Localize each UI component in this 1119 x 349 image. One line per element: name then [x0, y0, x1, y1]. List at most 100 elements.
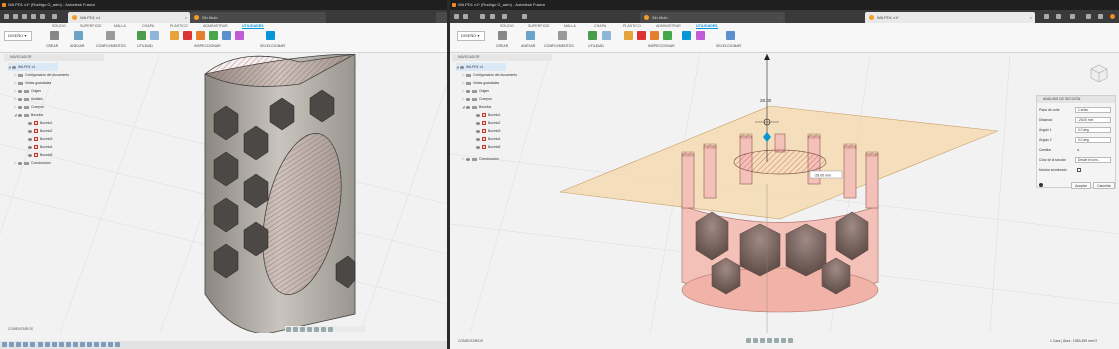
eye-icon[interactable] — [18, 161, 22, 165]
select-icon[interactable] — [726, 31, 735, 40]
orbit-icon[interactable] — [746, 338, 751, 343]
eye-icon[interactable] — [18, 113, 22, 117]
curvature-icon[interactable] — [650, 31, 659, 40]
play-icon[interactable] — [16, 342, 21, 347]
tree-item-sketch1[interactable]: Boceto1 — [28, 119, 52, 127]
accessibility-icon[interactable] — [696, 31, 705, 40]
redo-icon[interactable] — [40, 14, 45, 19]
timeline-feature[interactable] — [66, 342, 72, 347]
new-component-icon[interactable] — [50, 31, 59, 40]
tree-item-sketch5[interactable]: Boceto5 — [28, 151, 52, 159]
tab-manage[interactable]: ADMINISTRAR — [656, 24, 681, 28]
tree-item-sketch3[interactable]: Boceto3 — [476, 127, 500, 135]
accessibility-icon[interactable] — [235, 31, 244, 40]
tab-mesh[interactable]: MALLA — [114, 24, 126, 28]
group-addins[interactable]: COMPLEMENTOS — [544, 44, 574, 48]
distance-field[interactable]: -28.00 mm — [1075, 117, 1111, 123]
eye-icon[interactable] — [18, 89, 22, 93]
eye-icon[interactable] — [476, 145, 480, 149]
utility-icon[interactable] — [588, 31, 597, 40]
timeline-feature[interactable] — [52, 342, 58, 347]
tab-sheet[interactable]: CHAPA — [142, 24, 154, 28]
comments-panel[interactable]: COMENTARIOS — [458, 339, 483, 343]
info-icon[interactable] — [1039, 183, 1043, 187]
help-icon[interactable] — [1098, 14, 1103, 19]
undo-icon[interactable] — [490, 14, 495, 19]
close-icon[interactable]: × — [185, 12, 187, 23]
group-attach[interactable]: ANEXAR — [70, 44, 84, 48]
eye-icon[interactable] — [466, 97, 470, 101]
timeline-feature[interactable] — [101, 342, 107, 347]
eye-icon[interactable] — [12, 65, 16, 69]
new-component-icon[interactable] — [498, 31, 507, 40]
grid-icon[interactable] — [781, 338, 786, 343]
measure-icon[interactable] — [170, 31, 179, 40]
timeline-feature[interactable] — [115, 342, 121, 347]
file-icon[interactable] — [13, 14, 18, 19]
avatar[interactable] — [1110, 14, 1115, 19]
grid-menu-icon[interactable] — [4, 14, 9, 19]
tree-item-sketch1[interactable]: Boceto1 — [476, 111, 500, 119]
zoom-icon[interactable] — [760, 338, 765, 343]
eye-icon[interactable] — [28, 137, 32, 141]
close-icon[interactable]: × — [321, 12, 323, 23]
pan-icon[interactable] — [753, 338, 758, 343]
interference-icon[interactable] — [183, 31, 192, 40]
cut-plane-selection[interactable]: 1 selec. — [1075, 107, 1111, 113]
tab-solid[interactable]: SÓLIDO — [52, 24, 66, 28]
tree-root[interactable]: ◢ WA PD1 v1 — [8, 63, 58, 71]
close-icon[interactable]: × — [780, 12, 782, 23]
tab-utilities[interactable]: UTILIDADES — [242, 24, 264, 29]
undo-icon[interactable] — [31, 14, 36, 19]
eye-icon[interactable] — [476, 137, 480, 141]
eye-icon[interactable] — [28, 121, 32, 125]
close-icon[interactable]: × — [1030, 12, 1032, 23]
eye-icon[interactable] — [28, 129, 32, 133]
tab-mesh[interactable]: MALLA — [564, 24, 576, 28]
utility-icon[interactable] — [137, 31, 146, 40]
tree-item-settings[interactable]: ▷ Configuración del documento — [462, 71, 517, 79]
comments-panel[interactable]: COMENTARIOS — [8, 327, 33, 331]
eye-icon[interactable] — [476, 129, 480, 133]
timeline-feature[interactable] — [87, 342, 93, 347]
group-inspect[interactable]: INSPECCIONAR — [648, 44, 675, 48]
workspace-dropdown[interactable]: DISEÑO ▾ — [4, 31, 32, 41]
draft-icon[interactable] — [222, 31, 231, 40]
addins-icon[interactable] — [106, 31, 115, 40]
tree-root[interactable]: ◢ WA PD1 v1 — [456, 63, 506, 71]
group-addins[interactable]: COMPLEMENTOS — [96, 44, 126, 48]
zebra-icon[interactable] — [663, 31, 672, 40]
eye-icon[interactable] — [466, 157, 470, 161]
tree-item-bodies[interactable]: ▷ Cuerpos — [462, 95, 492, 103]
cancel-button[interactable]: Cancelar — [1093, 182, 1115, 189]
tab-utilities[interactable]: UTILIDADES — [696, 24, 718, 29]
notifications-icon[interactable] — [1086, 14, 1091, 19]
angle2-field[interactable]: 0.0 deg — [1075, 137, 1111, 143]
tab-overflow[interactable] — [436, 12, 447, 23]
group-utility[interactable]: UTILIDAD — [137, 44, 153, 48]
eye-icon[interactable] — [466, 89, 470, 93]
group-create[interactable]: CREAR — [496, 44, 508, 48]
group-create[interactable]: CREAR — [46, 44, 58, 48]
timeline-feature[interactable] — [45, 342, 51, 347]
eye-icon[interactable] — [466, 105, 470, 109]
tree-item-construction[interactable]: ▷ Construcción — [14, 159, 51, 167]
orbit-icon[interactable] — [286, 327, 291, 332]
eye-icon[interactable] — [460, 65, 464, 69]
redo-icon[interactable] — [502, 14, 507, 19]
eye-icon[interactable] — [476, 121, 480, 125]
prev-icon[interactable] — [9, 342, 14, 347]
eye-icon[interactable] — [476, 113, 480, 117]
grid-menu-icon[interactable] — [454, 14, 459, 19]
tab-plastic[interactable]: PLÁSTICO — [623, 24, 641, 28]
tree-item-origin[interactable]: ▷ Origen — [14, 87, 41, 95]
save-icon[interactable] — [480, 14, 485, 19]
interference-icon[interactable] — [637, 31, 646, 40]
tab-untitled[interactable]: Sin título × — [190, 12, 326, 23]
display-icon[interactable] — [314, 327, 319, 332]
timeline-feature[interactable] — [108, 342, 114, 347]
eye-icon[interactable] — [18, 97, 22, 101]
tab-sheet[interactable]: CHAPA — [594, 24, 606, 28]
group-inspect[interactable]: INSPECCIONAR — [194, 44, 221, 48]
tab-manage[interactable]: ADMINISTRAR — [203, 24, 228, 28]
